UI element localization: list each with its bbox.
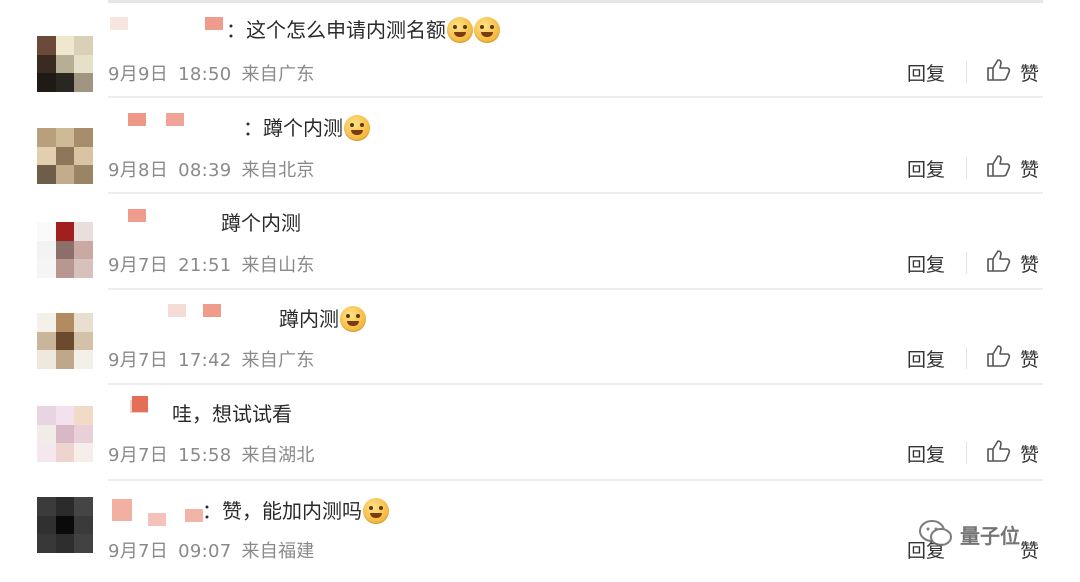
comment-meta: 9月7日 15:58 来自湖北 [108, 441, 325, 467]
reply-button[interactable]: 回复 [907, 59, 945, 86]
comment-location: 来自广东 [241, 64, 315, 85]
like-button-label[interactable]: 赞 [1020, 250, 1039, 277]
comment-time: 21:51 [178, 255, 232, 276]
avatar[interactable] [37, 222, 93, 278]
comment-meta: 9月9日 18:50 来自广东 [108, 60, 325, 86]
comment-date: 9月7日 [108, 255, 169, 276]
blurred-username[interactable] [110, 197, 210, 225]
avatar[interactable] [37, 313, 93, 369]
top-divider [108, 0, 1043, 3]
comment-time: 08:39 [178, 160, 232, 181]
blurred-username[interactable] [110, 483, 205, 526]
like-button-label[interactable]: 赞 [1020, 155, 1039, 182]
reply-button[interactable]: 回复 [907, 345, 945, 372]
comment-meta: 9月7日 17:42 来自广东 [108, 346, 325, 372]
comment-item: ：这个怎么申请内测名额 9月9日 18:50 来自广东 回复 赞 [0, 5, 1080, 101]
comment-item: 蹲内测 9月7日 17:42 来自广东 回复 赞 [0, 292, 1080, 388]
avatar[interactable] [37, 406, 93, 462]
comment-text: ：赞，能加内测吗 [202, 497, 389, 525]
action-separator [966, 442, 967, 464]
reply-button[interactable]: 回复 [907, 250, 945, 277]
blurred-username[interactable] [110, 388, 170, 416]
watermark: 量子位 [918, 519, 1020, 549]
row-divider [108, 288, 1043, 290]
avatar[interactable] [37, 128, 93, 184]
comment-meta: 9月8日 08:39 来自北京 [108, 156, 325, 182]
comment-date: 9月9日 [108, 64, 169, 85]
comment-location: 来自北京 [241, 160, 315, 181]
row-divider [108, 96, 1043, 98]
comment-item: 哇，想试试看 9月7日 15:58 来自湖北 回复 赞 [0, 388, 1080, 484]
blurred-username[interactable] [110, 5, 230, 33]
comment-text: 蹲个内测 [221, 211, 301, 235]
reply-button[interactable]: 回复 [907, 440, 945, 467]
comment-time: 18:50 [178, 64, 232, 85]
row-divider [108, 383, 1043, 385]
blurred-username[interactable] [110, 101, 240, 129]
comment-item: ：蹲个内测 9月8日 08:39 来自北京 回复 赞 [0, 101, 1080, 197]
like-button-label[interactable]: 赞 [1020, 536, 1039, 563]
reply-button[interactable]: 回复 [907, 155, 945, 182]
action-separator [966, 347, 967, 369]
like-button-label[interactable]: 赞 [1020, 440, 1039, 467]
thumbs-up-icon[interactable] [986, 439, 1012, 463]
watermark-text: 量子位 [960, 523, 1020, 548]
like-button-label[interactable]: 赞 [1020, 345, 1039, 372]
comment-location: 来自广东 [241, 350, 315, 371]
embarrassed-emoji-icon [363, 498, 389, 524]
comment-date: 9月7日 [108, 541, 169, 562]
comment-meta: 9月7日 09:07 来自福建 [108, 537, 325, 563]
action-separator [966, 61, 967, 83]
comment-date: 9月7日 [108, 350, 169, 371]
comment-item: 蹲个内测 9月7日 21:51 来自山东 回复 赞 [0, 197, 1080, 293]
crying-emoji-icon [474, 17, 500, 43]
comment-location: 来自湖北 [241, 445, 315, 466]
row-divider [108, 479, 1043, 481]
comment-time: 17:42 [178, 350, 232, 371]
comment-text: 哇，想试试看 [172, 402, 292, 426]
thumbs-up-icon[interactable] [986, 344, 1012, 368]
row-divider [108, 192, 1043, 194]
comment-text: ：这个怎么申请内测名额 [226, 16, 500, 44]
sweating-emoji-icon [340, 306, 366, 332]
thumbs-up-icon[interactable] [986, 249, 1012, 273]
thumbs-up-icon[interactable] [986, 58, 1012, 82]
comment-location: 来自福建 [241, 541, 315, 562]
blurred-username[interactable] [110, 292, 230, 320]
wechat-logo-icon [919, 520, 952, 546]
action-separator [966, 252, 967, 274]
avatar[interactable] [37, 497, 93, 553]
comment-time: 15:58 [178, 445, 232, 466]
comment-time: 09:07 [178, 541, 232, 562]
comment-date: 9月8日 [108, 160, 169, 181]
comment-date: 9月7日 [108, 445, 169, 466]
crying-emoji-icon [447, 17, 473, 43]
grinning-emoji-icon [344, 115, 370, 141]
thumbs-up-icon[interactable] [986, 154, 1012, 178]
like-button-label[interactable]: 赞 [1020, 59, 1039, 86]
comment-text: 蹲内测 [279, 305, 366, 333]
comment-text: ：蹲个内测 [243, 114, 370, 142]
avatar[interactable] [37, 36, 93, 92]
comment-location: 来自山东 [241, 255, 315, 276]
action-separator [966, 157, 967, 179]
comment-meta: 9月7日 21:51 来自山东 [108, 251, 325, 277]
